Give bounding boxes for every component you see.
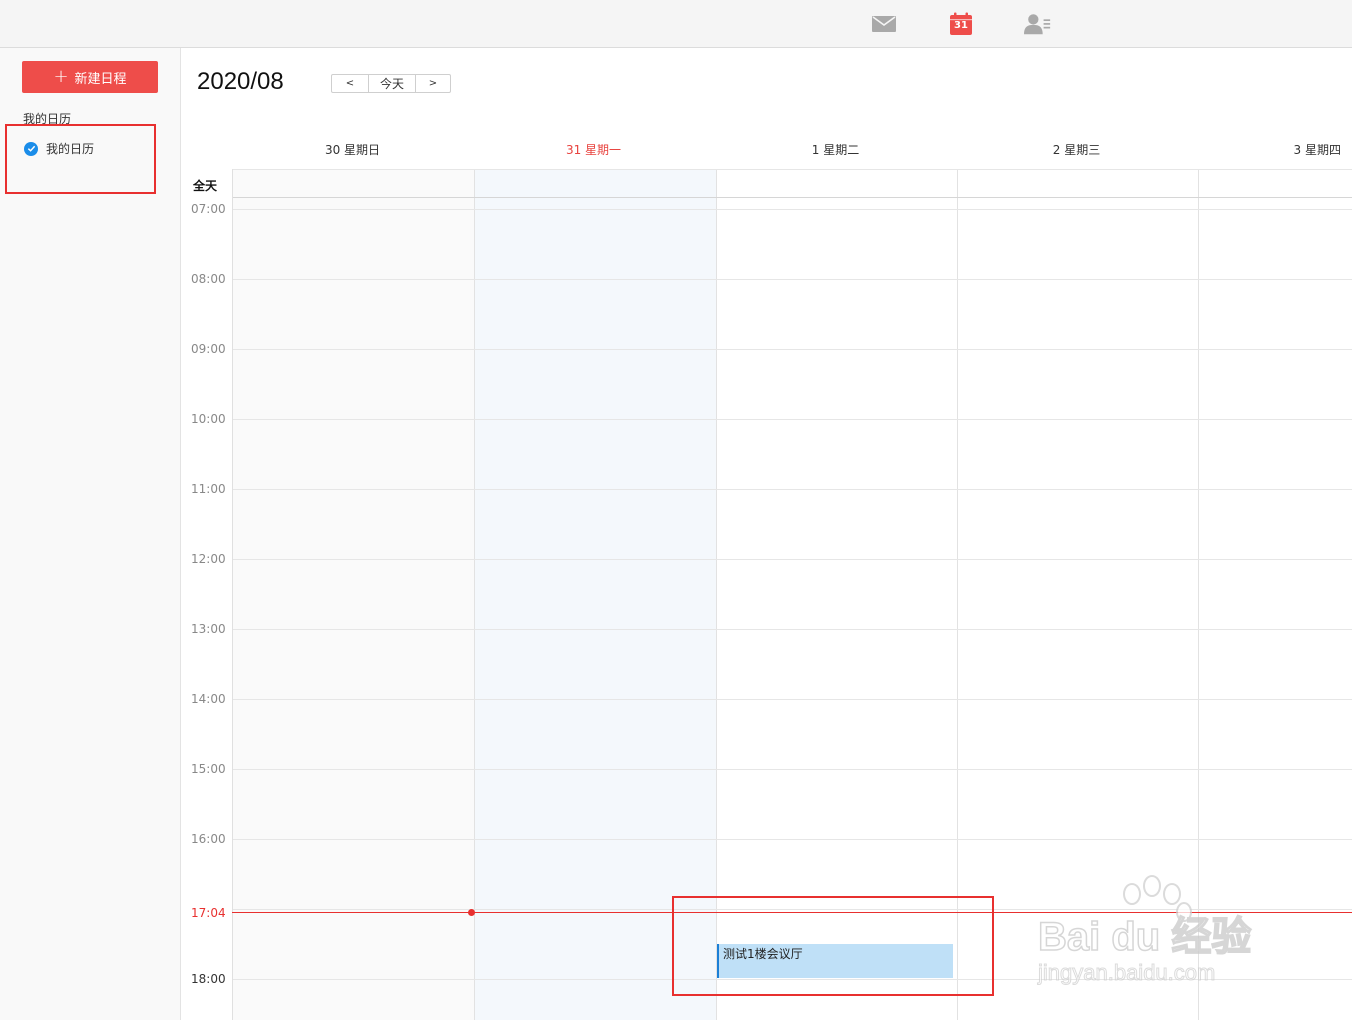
today-button[interactable]: 今天 <box>369 75 416 92</box>
day-header-tue[interactable]: 1 星期二 <box>715 141 956 158</box>
all-day-label: 全天 <box>193 179 218 193</box>
hour-line <box>233 419 1352 420</box>
hour-line <box>233 629 1352 630</box>
page-title: 2020/08 <box>197 68 284 95</box>
contacts-icon[interactable] <box>1024 10 1052 38</box>
day-header-thu[interactable]: 3 星期四 <box>1197 141 1352 158</box>
new-event-button[interactable]: + 新建日程 <box>22 61 158 93</box>
calendar-event[interactable]: 测试1楼会议厅 <box>717 944 953 978</box>
hour-line <box>233 769 1352 770</box>
check-circle-icon[interactable] <box>24 141 38 156</box>
calendar-list-item[interactable]: 我的日历 <box>24 140 94 157</box>
time-label: 18:00 <box>191 972 226 986</box>
time-label: 15:00 <box>191 762 226 776</box>
sidebar: + 新建日程 我的日历 我的日历 <box>0 48 181 1020</box>
all-day-top-line <box>233 169 1352 170</box>
top-bar: 31 <box>0 0 1352 48</box>
day-header-mon-today[interactable]: 31 星期一 <box>473 141 714 158</box>
column-divider <box>716 169 717 1020</box>
all-day-bottom-line <box>233 197 1352 198</box>
day-header-sun[interactable]: 30 星期日 <box>232 141 473 158</box>
hour-line <box>233 979 1352 980</box>
my-calendars-section-label: 我的日历 <box>23 112 72 126</box>
column-divider <box>1198 169 1199 1020</box>
weekend-column-bg <box>233 169 474 1020</box>
time-label: 14:00 <box>191 692 226 706</box>
day-header-wed[interactable]: 2 星期三 <box>956 141 1197 158</box>
hour-line <box>233 209 1352 210</box>
calendar-list-item-label: 我的日历 <box>46 142 95 156</box>
new-event-label: 新建日程 <box>74 71 127 87</box>
hour-line <box>233 909 1352 910</box>
time-label: 16:00 <box>191 832 226 846</box>
time-label: 13:00 <box>191 622 226 636</box>
column-divider <box>474 169 475 1020</box>
column-divider <box>957 169 958 1020</box>
hour-line <box>233 839 1352 840</box>
calendar-icon[interactable]: 31 <box>947 10 975 38</box>
hour-line <box>233 279 1352 280</box>
hour-line <box>233 349 1352 350</box>
hour-line <box>233 489 1352 490</box>
plus-icon: + <box>53 66 69 87</box>
time-label: 09:00 <box>191 342 226 356</box>
time-label: 11:00 <box>191 482 226 496</box>
time-label: 12:00 <box>191 552 226 566</box>
event-title: 测试1楼会议厅 <box>723 947 803 961</box>
current-time-label: 17:04 <box>191 906 226 920</box>
date-navigation: < 今天 > <box>331 74 451 93</box>
next-week-button[interactable]: > <box>416 75 450 92</box>
hour-line <box>233 699 1352 700</box>
current-time-line <box>232 912 1352 913</box>
prev-week-button[interactable]: < <box>332 75 369 92</box>
hour-line <box>233 559 1352 560</box>
mail-icon[interactable] <box>870 10 898 38</box>
time-label: 07:00 <box>191 202 226 216</box>
today-column-bg <box>474 169 716 1020</box>
time-label: 10:00 <box>191 412 226 426</box>
current-time-dot <box>468 909 475 916</box>
week-grid[interactable] <box>232 169 1352 1020</box>
time-label: 08:00 <box>191 272 226 286</box>
calendar-icon-number: 31 <box>954 20 968 31</box>
